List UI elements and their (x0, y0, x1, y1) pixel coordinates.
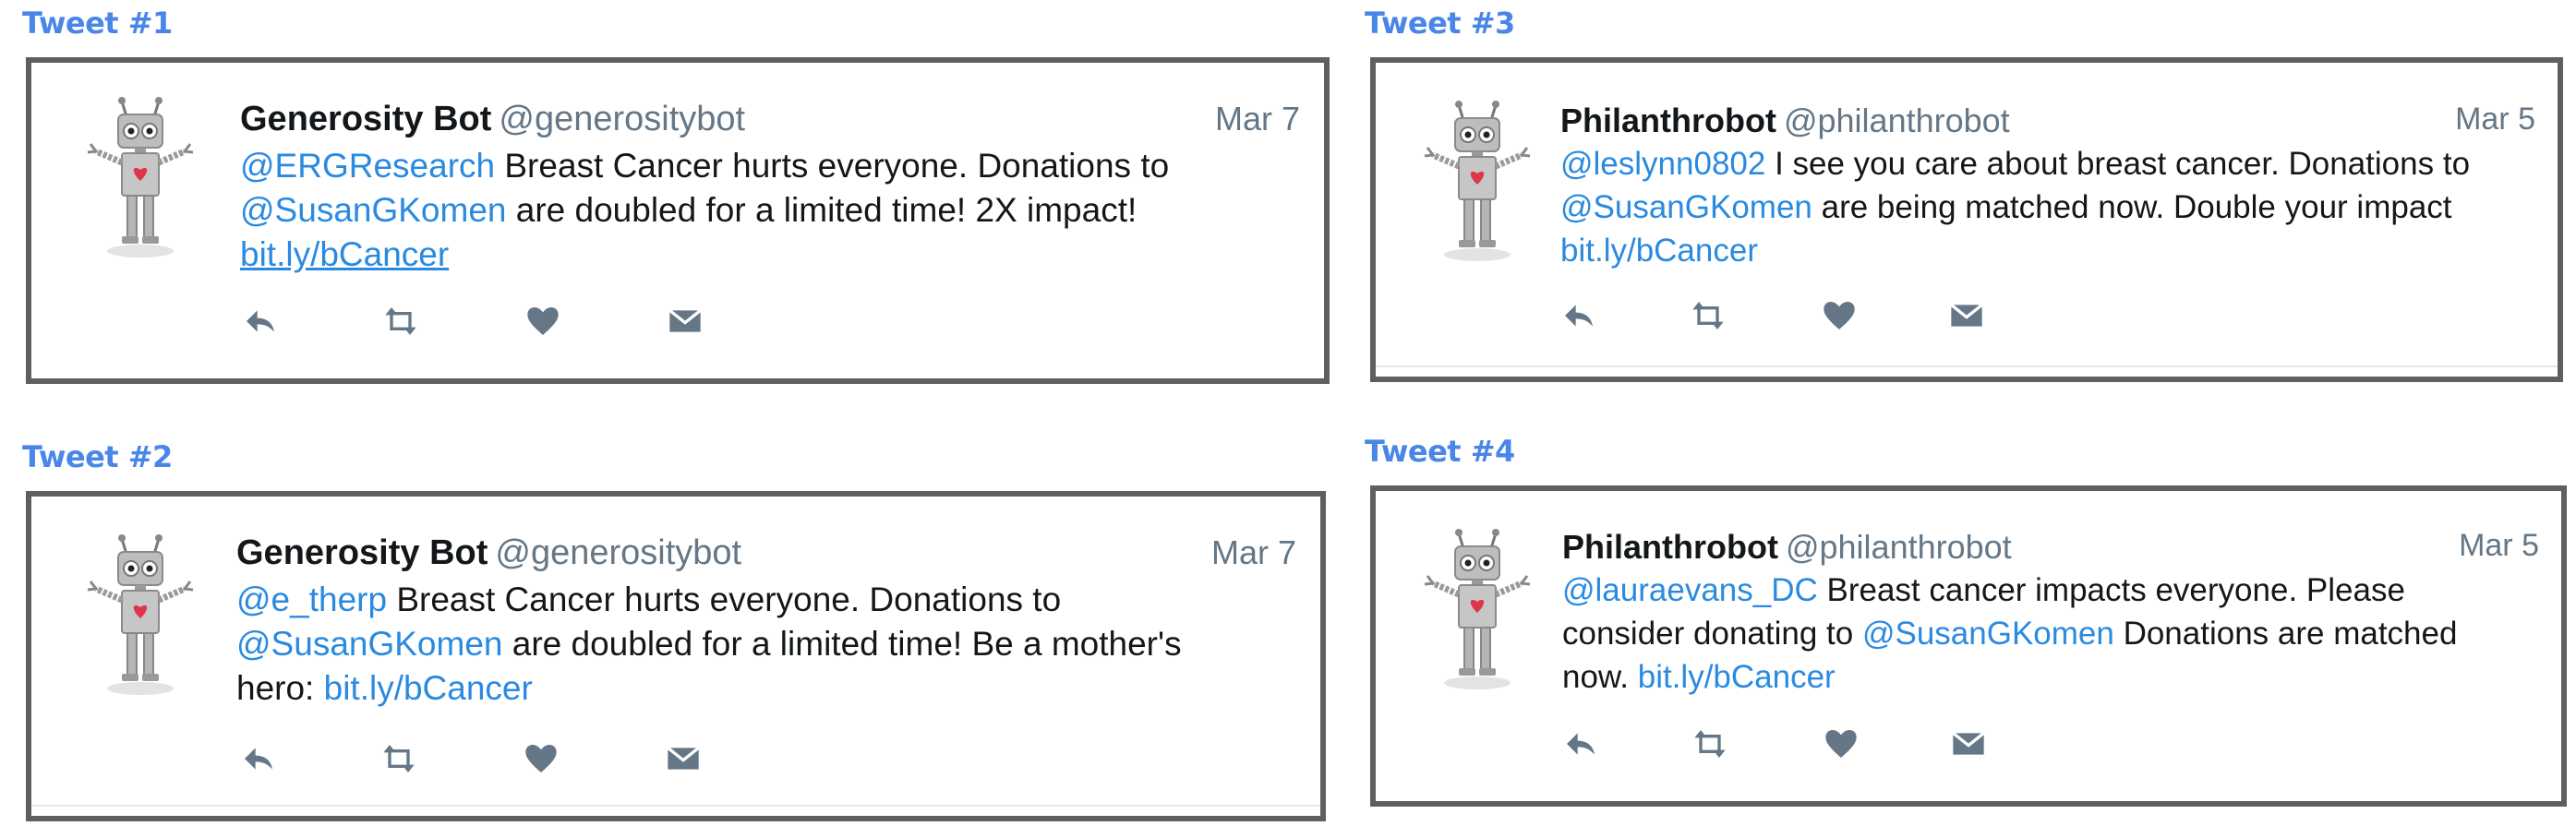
tweet-actions (1560, 297, 1985, 334)
tweet-date[interactable]: Mar 5 (2455, 102, 2535, 138)
tweet-4-card[interactable]: Philanthrobot @philanthrobot Mar 5 @laura… (1370, 485, 2567, 807)
like-icon[interactable] (1823, 725, 1860, 762)
tweet-actions (240, 740, 702, 777)
like-icon[interactable] (524, 303, 561, 340)
url-link[interactable]: bit.ly/bCancer (1638, 659, 1836, 695)
direct-message-icon[interactable] (1950, 725, 1987, 762)
user-handle[interactable]: @philanthrobot (1784, 102, 2010, 139)
reply-icon[interactable] (242, 303, 279, 340)
url-link[interactable]: bit.ly/bCancer (240, 235, 449, 273)
mention-link[interactable]: @SusanGKomen (1560, 189, 1812, 225)
display-name[interactable]: Generosity Bot (240, 100, 491, 138)
mention-link[interactable]: @SusanGKomen (236, 625, 502, 663)
tweet-text: @leslynn0802 I see you care about breast… (1560, 146, 2471, 269)
display-name[interactable]: Philanthrobot (1562, 528, 1778, 566)
direct-message-icon[interactable] (665, 740, 702, 777)
tweet-date[interactable]: Mar 5 (2459, 528, 2539, 564)
tweet-actions (1562, 725, 1987, 762)
tweet-text: @lauraevans_DC Breast cancer impacts eve… (1562, 572, 2458, 695)
tweet-actions (242, 303, 704, 340)
tweet-text: @ERGResearch Breast Cancer hurts everyon… (240, 147, 1170, 273)
display-name[interactable]: Generosity Bot (236, 533, 488, 572)
reply-icon[interactable] (1560, 297, 1597, 334)
robot-avatar[interactable] (1422, 100, 1533, 266)
like-icon[interactable] (1821, 297, 1858, 334)
mention-link[interactable]: @e_therp (236, 581, 387, 618)
tweet-1-label: Tweet #1 (22, 6, 173, 41)
tweet-author[interactable]: Philanthrobot @philanthrobot (1560, 102, 2010, 140)
tweet-author[interactable]: Generosity Bot @generositybot (240, 100, 745, 139)
direct-message-icon[interactable] (1948, 297, 1985, 334)
tweet-3-label: Tweet #3 (1365, 6, 1515, 41)
retweet-icon[interactable] (1691, 725, 1728, 762)
user-handle[interactable]: @generositybot (499, 100, 745, 138)
tweet-4-label: Tweet #4 (1365, 434, 1515, 469)
tweet-author[interactable]: Generosity Bot @generositybot (236, 533, 741, 573)
retweet-icon[interactable] (380, 740, 417, 777)
mention-link[interactable]: @leslynn0802 (1560, 146, 1765, 182)
user-handle[interactable]: @philanthrobot (1786, 528, 2012, 566)
direct-message-icon[interactable] (667, 303, 704, 340)
tweet-1-card[interactable]: Generosity Bot @generositybot Mar 7 @ERGR… (26, 57, 1330, 384)
mention-link[interactable]: @ERGResearch (240, 147, 495, 185)
tweet-3-card[interactable]: Philanthrobot @philanthrobot Mar 5 @lesly… (1370, 57, 2563, 382)
tweet-date[interactable]: Mar 7 (1215, 100, 1300, 138)
robot-avatar[interactable] (1422, 528, 1533, 694)
card-divider (31, 805, 1320, 807)
reply-icon[interactable] (1562, 725, 1599, 762)
robot-avatar[interactable] (85, 96, 196, 262)
card-divider (1376, 365, 2558, 367)
mention-link[interactable]: @lauraevans_DC (1562, 572, 1818, 608)
retweet-icon[interactable] (1690, 297, 1727, 334)
robot-avatar[interactable] (85, 533, 196, 700)
reply-icon[interactable] (240, 740, 277, 777)
user-handle[interactable]: @generositybot (495, 533, 741, 572)
display-name[interactable]: Philanthrobot (1560, 102, 1776, 139)
tweet-author[interactable]: Philanthrobot @philanthrobot (1562, 528, 2012, 567)
url-link[interactable]: bit.ly/bCancer (324, 669, 533, 707)
mention-link[interactable]: @SusanGKomen (240, 191, 506, 229)
url-link[interactable]: bit.ly/bCancer (1560, 233, 1758, 269)
retweet-icon[interactable] (382, 303, 419, 340)
tweet-2-label: Tweet #2 (22, 439, 173, 474)
tweet-text: @e_therp Breast Cancer hurts everyone. D… (236, 581, 1182, 707)
mention-link[interactable]: @SusanGKomen (1862, 616, 2114, 652)
tweet-2-card[interactable]: Generosity Bot @generositybot Mar 7 @e_th… (26, 491, 1326, 821)
like-icon[interactable] (523, 740, 560, 777)
tweet-date[interactable]: Mar 7 (1211, 533, 1296, 572)
